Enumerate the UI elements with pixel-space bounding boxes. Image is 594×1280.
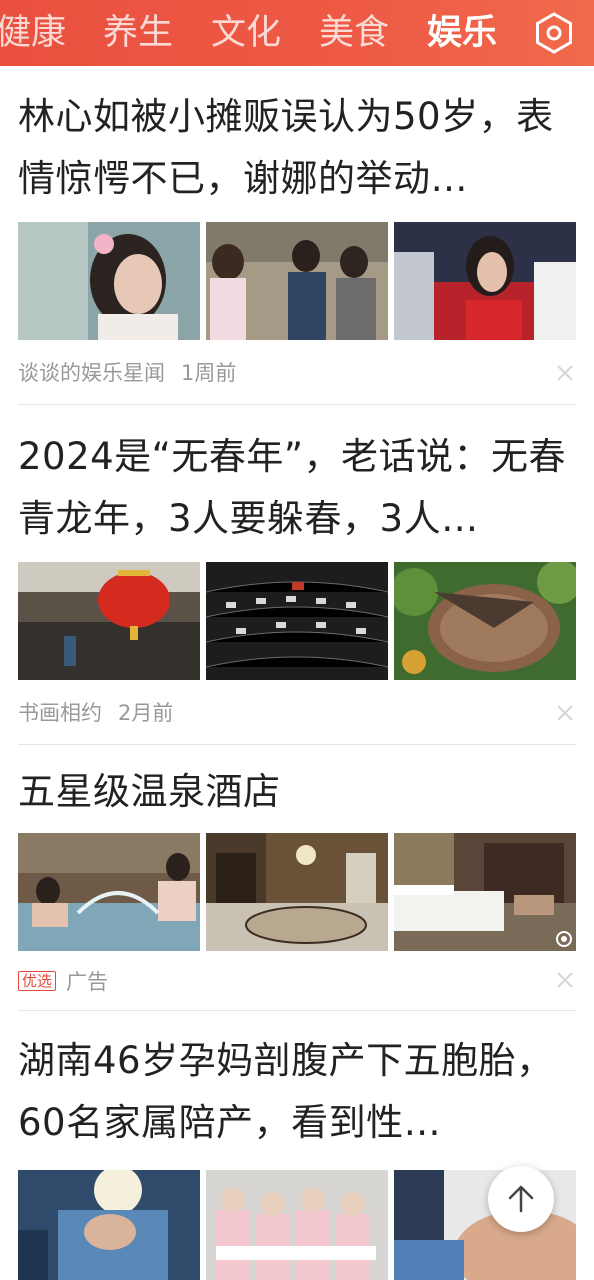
article-thumbnails[interactable] — [18, 562, 576, 680]
article-thumbnail[interactable] — [394, 833, 576, 951]
article-title[interactable]: 五星级温泉酒店 — [18, 761, 576, 823]
close-icon[interactable] — [554, 362, 576, 384]
article-thumbnail[interactable] — [394, 562, 576, 680]
arrow-up-icon — [508, 1185, 534, 1213]
article-thumbnail[interactable] — [18, 562, 200, 680]
tab-food[interactable]: 美食 — [319, 8, 389, 58]
tab-culture[interactable]: 文化 — [211, 8, 281, 58]
article-title[interactable]: 林心如被小摊贩误认为50岁，表情惊愕不已，谢娜的举动… — [18, 86, 576, 210]
hexagon-settings-icon — [536, 12, 572, 54]
article-meta: 书画相约 2月前 — [18, 698, 173, 728]
article-title[interactable]: 2024是“无春年”，老话说：无春青龙年，3人要躲春，3人… — [18, 426, 576, 550]
tab-health[interactable]: 健康 — [0, 8, 66, 58]
article-thumbnail[interactable] — [206, 222, 388, 340]
article-source[interactable]: 书画相约 — [18, 701, 102, 725]
article-title[interactable]: 湖南46岁孕妈剖腹产下五胞胎，60名家属陪产，看到性… — [18, 1030, 576, 1154]
article-time: 2月前 — [118, 701, 174, 725]
ad-article[interactable]: 五星级温泉酒店 优选 广告 — [18, 761, 576, 1011]
article-thumbnail[interactable] — [206, 1170, 388, 1280]
divider — [18, 744, 576, 745]
article-meta: 谈谈的娱乐星闻 1周前 — [18, 358, 236, 388]
article-thumbnails[interactable] — [18, 222, 576, 340]
article-source[interactable]: 谈谈的娱乐星闻 — [18, 361, 165, 385]
article-time: 1周前 — [181, 361, 237, 385]
ad-badge: 优选 — [18, 971, 57, 991]
article-thumbnail[interactable] — [394, 222, 576, 340]
tab-wellness[interactable]: 养生 — [103, 8, 173, 58]
article-thumbnail[interactable] — [18, 1170, 200, 1280]
close-icon[interactable] — [554, 969, 576, 991]
article-thumbnail[interactable] — [18, 833, 200, 951]
channel-tab-bar: 健康 养生 文化 美食 娱乐 — [0, 0, 594, 66]
article-thumbnails[interactable] — [18, 833, 576, 951]
settings-button[interactable] — [532, 11, 576, 55]
article-meta: 优选 广告 — [18, 967, 108, 997]
news-article[interactable]: 林心如被小摊贩误认为50岁，表情惊愕不已，谢娜的举动… 谈谈的娱乐星闻 1周前 — [18, 86, 576, 406]
divider — [18, 1010, 576, 1011]
divider — [18, 404, 576, 405]
article-thumbnail[interactable] — [206, 562, 388, 680]
article-thumbnail[interactable] — [206, 833, 388, 951]
article-thumbnail[interactable] — [18, 222, 200, 340]
news-article[interactable]: 2024是“无春年”，老话说：无春青龙年，3人要躲春，3人… 书画相约 2月前 — [18, 426, 576, 746]
scroll-to-top-button[interactable] — [488, 1166, 554, 1232]
ad-label: 广告 — [66, 970, 109, 994]
close-icon[interactable] — [554, 702, 576, 724]
tab-entertainment[interactable]: 娱乐 — [427, 8, 497, 58]
news-article[interactable]: 湖南46岁孕妈剖腹产下五胞胎，60名家属陪产，看到性… — [18, 1030, 576, 1280]
